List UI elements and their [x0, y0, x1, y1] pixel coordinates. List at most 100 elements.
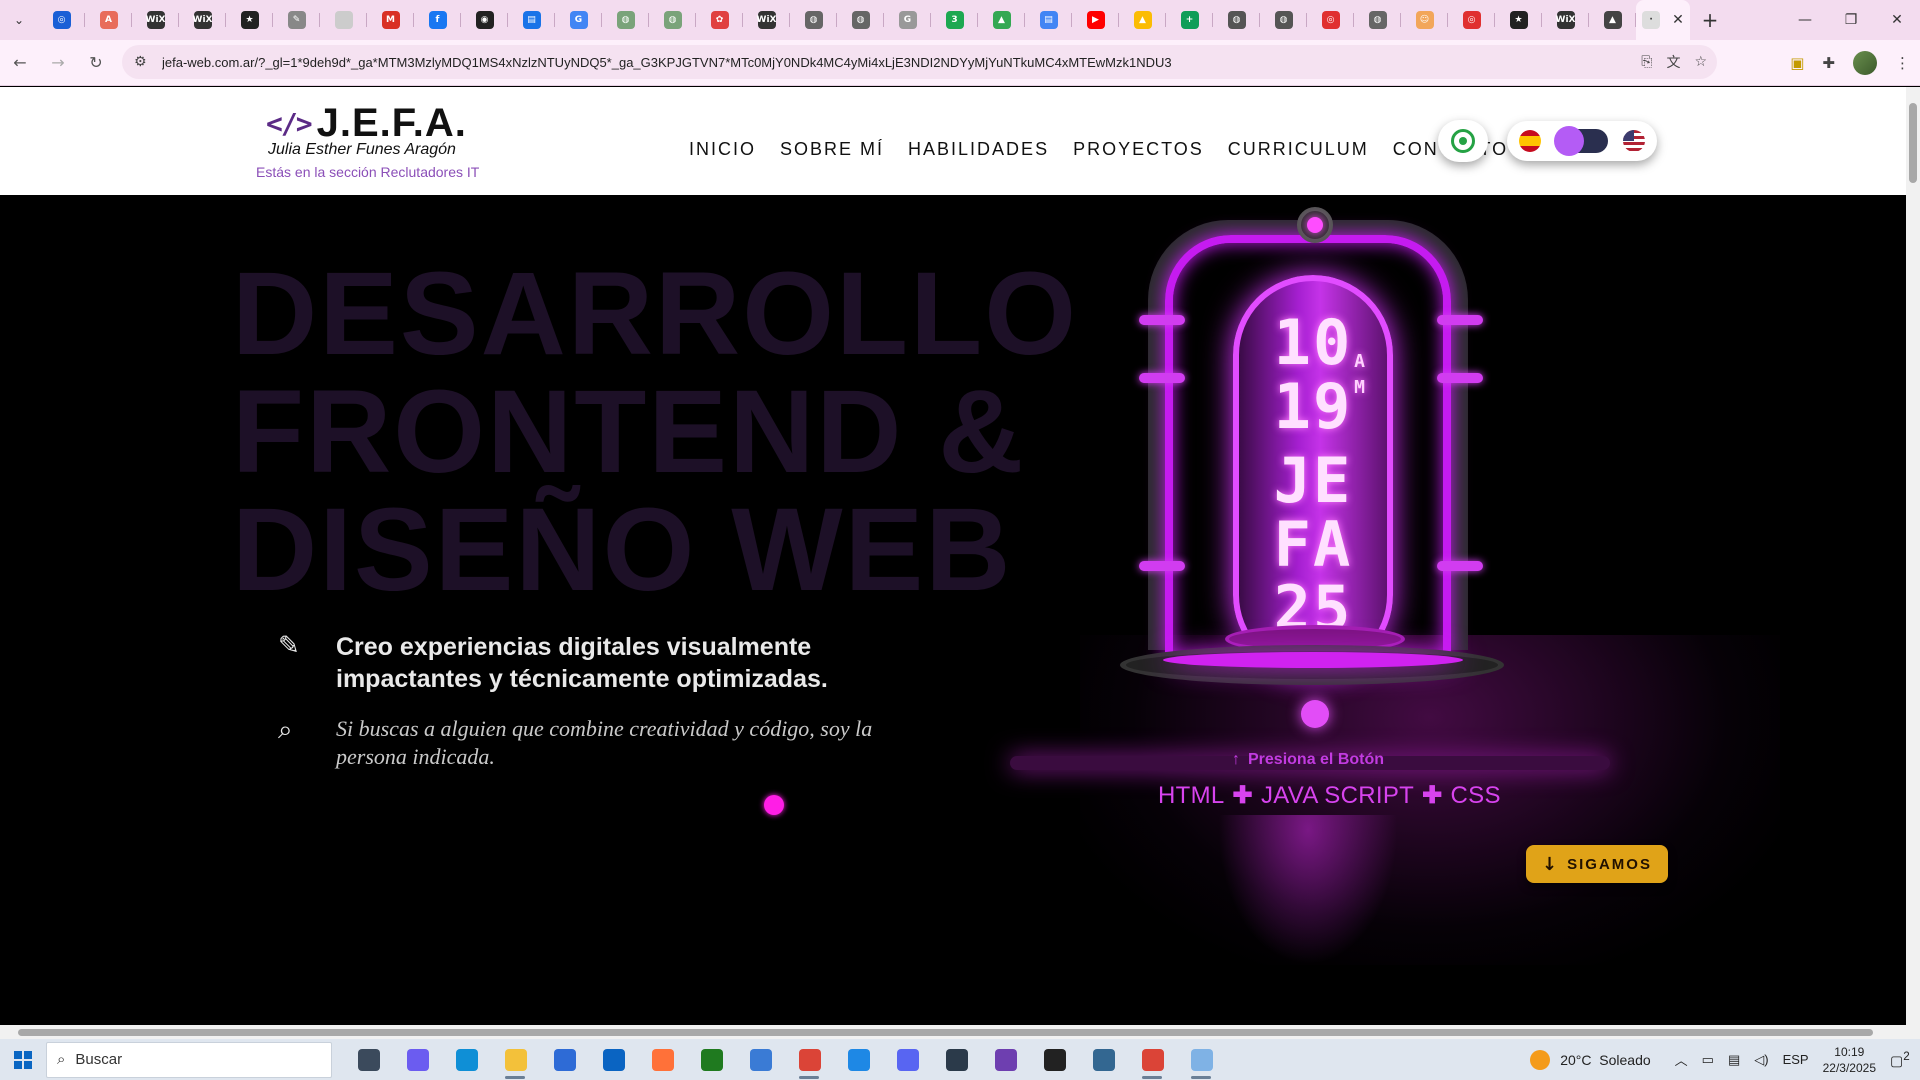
language-switcher[interactable]: [1507, 121, 1657, 161]
new-tab-button[interactable]: +: [1690, 0, 1730, 40]
postgres-button[interactable]: [1079, 1039, 1128, 1080]
task-view-button[interactable]: [344, 1039, 393, 1080]
close-tab-icon[interactable]: ✕: [1672, 12, 1684, 28]
tab-14[interactable]: ◍: [649, 0, 696, 40]
extensions-puzzle-icon[interactable]: ✚: [1822, 54, 1835, 72]
nav-sobre-mi[interactable]: SOBRE MÍ: [780, 139, 884, 160]
tab-34[interactable]: ▲: [1589, 0, 1636, 40]
tab-33[interactable]: WiX: [1542, 0, 1589, 40]
tab-23[interactable]: ▶: [1072, 0, 1119, 40]
maximize-button[interactable]: ❐: [1828, 0, 1874, 40]
tab-4[interactable]: WiX: [179, 0, 226, 40]
weather-widget[interactable]: 20°C Soleado: [1530, 1049, 1651, 1070]
outlook-button[interactable]: [589, 1039, 638, 1080]
discord-button[interactable]: [883, 1039, 932, 1080]
terminal-button[interactable]: [1030, 1039, 1079, 1080]
whatsapp-button[interactable]: [1438, 120, 1488, 162]
tab-28[interactable]: ◎: [1307, 0, 1354, 40]
usa-flag-icon[interactable]: [1623, 130, 1645, 152]
minimize-button[interactable]: —: [1782, 0, 1828, 40]
copilot-button[interactable]: [393, 1039, 442, 1080]
tab-10[interactable]: ◉: [461, 0, 508, 40]
tab-3[interactable]: WiX: [132, 0, 179, 40]
spain-flag-icon[interactable]: [1519, 130, 1541, 152]
site-logo[interactable]: </> J.E.F.A. Julia Esther Funes Aragón: [266, 103, 466, 159]
tab-9[interactable]: f: [414, 0, 461, 40]
site-info-icon[interactable]: ⚙: [134, 54, 156, 70]
tab-27-favicon-icon: ◍: [1274, 11, 1293, 29]
vertical-scrollbar[interactable]: [1906, 87, 1920, 1030]
tab-1[interactable]: ◎: [38, 0, 85, 40]
bookmark-star-icon[interactable]: ☆: [1694, 54, 1707, 70]
tab-32[interactable]: ★: [1495, 0, 1542, 40]
nav-curriculum[interactable]: CURRICULUM: [1228, 139, 1369, 160]
vertical-scroll-thumb[interactable]: [1909, 103, 1917, 183]
tab-22[interactable]: ▤: [1025, 0, 1072, 40]
tab-11[interactable]: ▤: [508, 0, 555, 40]
sigamos-button[interactable]: ↓ SIGAMOS: [1526, 845, 1668, 883]
firefox-button[interactable]: [638, 1039, 687, 1080]
tab-30[interactable]: ☺: [1401, 0, 1448, 40]
chrome-button[interactable]: [785, 1039, 834, 1080]
store-button[interactable]: [540, 1039, 589, 1080]
tab-26[interactable]: ◍: [1213, 0, 1260, 40]
close-window-button[interactable]: ✕: [1874, 0, 1920, 40]
tab-8[interactable]: M: [367, 0, 414, 40]
profile-avatar[interactable]: [1853, 51, 1877, 75]
tab-6[interactable]: ✎: [273, 0, 320, 40]
tab-18[interactable]: ◍: [837, 0, 884, 40]
tab-19[interactable]: G: [884, 0, 931, 40]
forward-button[interactable]: →: [40, 45, 76, 81]
react-devtools-button[interactable]: [932, 1039, 981, 1080]
notepad-2-button[interactable]: [1177, 1039, 1226, 1080]
tray-chevron-icon[interactable]: ︿: [1675, 1050, 1688, 1069]
vscode-button[interactable]: [834, 1039, 883, 1080]
volume-icon[interactable]: ◁): [1754, 1052, 1768, 1068]
chrome-2-button[interactable]: [1128, 1039, 1177, 1080]
network-icon[interactable]: ▤: [1728, 1052, 1740, 1068]
clock[interactable]: 10:19 22/3/2025: [1823, 1044, 1876, 1076]
start-button[interactable]: [0, 1039, 46, 1080]
tab-active[interactable]: · ✕: [1636, 0, 1690, 40]
meet-icon[interactable]: ▭: [1702, 1052, 1714, 1068]
edge-button[interactable]: [442, 1039, 491, 1080]
horizontal-scroll-thumb[interactable]: [18, 1029, 1873, 1036]
horizontal-scrollbar[interactable]: [0, 1025, 1920, 1039]
taskbar-search[interactable]: ⌕ Buscar: [46, 1041, 332, 1078]
tab-24[interactable]: ▲: [1119, 0, 1166, 40]
github-button[interactable]: [981, 1039, 1030, 1080]
tab-15[interactable]: ✿: [696, 0, 743, 40]
tab-13[interactable]: ◍: [602, 0, 649, 40]
nav-inicio[interactable]: INICIO: [689, 139, 756, 160]
tab-5[interactable]: ★: [226, 0, 273, 40]
language-indicator[interactable]: ESP: [1783, 1052, 1809, 1067]
tab-2[interactable]: A: [85, 0, 132, 40]
nav-proyectos[interactable]: PROYECTOS: [1073, 139, 1204, 160]
tab-21[interactable]: ▲: [978, 0, 1025, 40]
notifications-icon[interactable]: ▢2: [1890, 1050, 1920, 1070]
xbox-button[interactable]: [687, 1039, 736, 1080]
menu-kebab-icon[interactable]: ⋮: [1895, 54, 1910, 72]
tab-25[interactable]: +: [1166, 0, 1213, 40]
reload-button[interactable]: ↻: [78, 45, 114, 81]
address-bar[interactable]: ⚙ jefa-web.com.ar/?_gl=1*9deh9d*_ga*MTM3…: [122, 45, 1717, 79]
language-toggle[interactable]: [1554, 126, 1608, 156]
tab-29[interactable]: ◍: [1354, 0, 1401, 40]
url-text[interactable]: jefa-web.com.ar/?_gl=1*9deh9d*_ga*MTM3Mz…: [162, 55, 1602, 70]
tab-12[interactable]: G: [555, 0, 602, 40]
tab-search-chevron-icon[interactable]: ⌄: [0, 0, 38, 40]
notepad-button[interactable]: [736, 1039, 785, 1080]
tab-31[interactable]: ◎: [1448, 0, 1495, 40]
install-app-icon[interactable]: ⎘: [1641, 54, 1652, 70]
tab-7[interactable]: [320, 0, 367, 40]
nav-habilidades[interactable]: HABILIDADES: [908, 139, 1049, 160]
tab-27[interactable]: ◍: [1260, 0, 1307, 40]
tab-20[interactable]: 3: [931, 0, 978, 40]
tab-16[interactable]: WiX: [743, 0, 790, 40]
tab-17[interactable]: ◍: [790, 0, 837, 40]
file-explorer-button[interactable]: [491, 1039, 540, 1080]
back-button[interactable]: ←: [2, 45, 38, 81]
device-power-button[interactable]: [1301, 700, 1329, 728]
extension-icon[interactable]: ▣: [1790, 54, 1804, 72]
translate-icon[interactable]: 文: [1666, 52, 1680, 72]
